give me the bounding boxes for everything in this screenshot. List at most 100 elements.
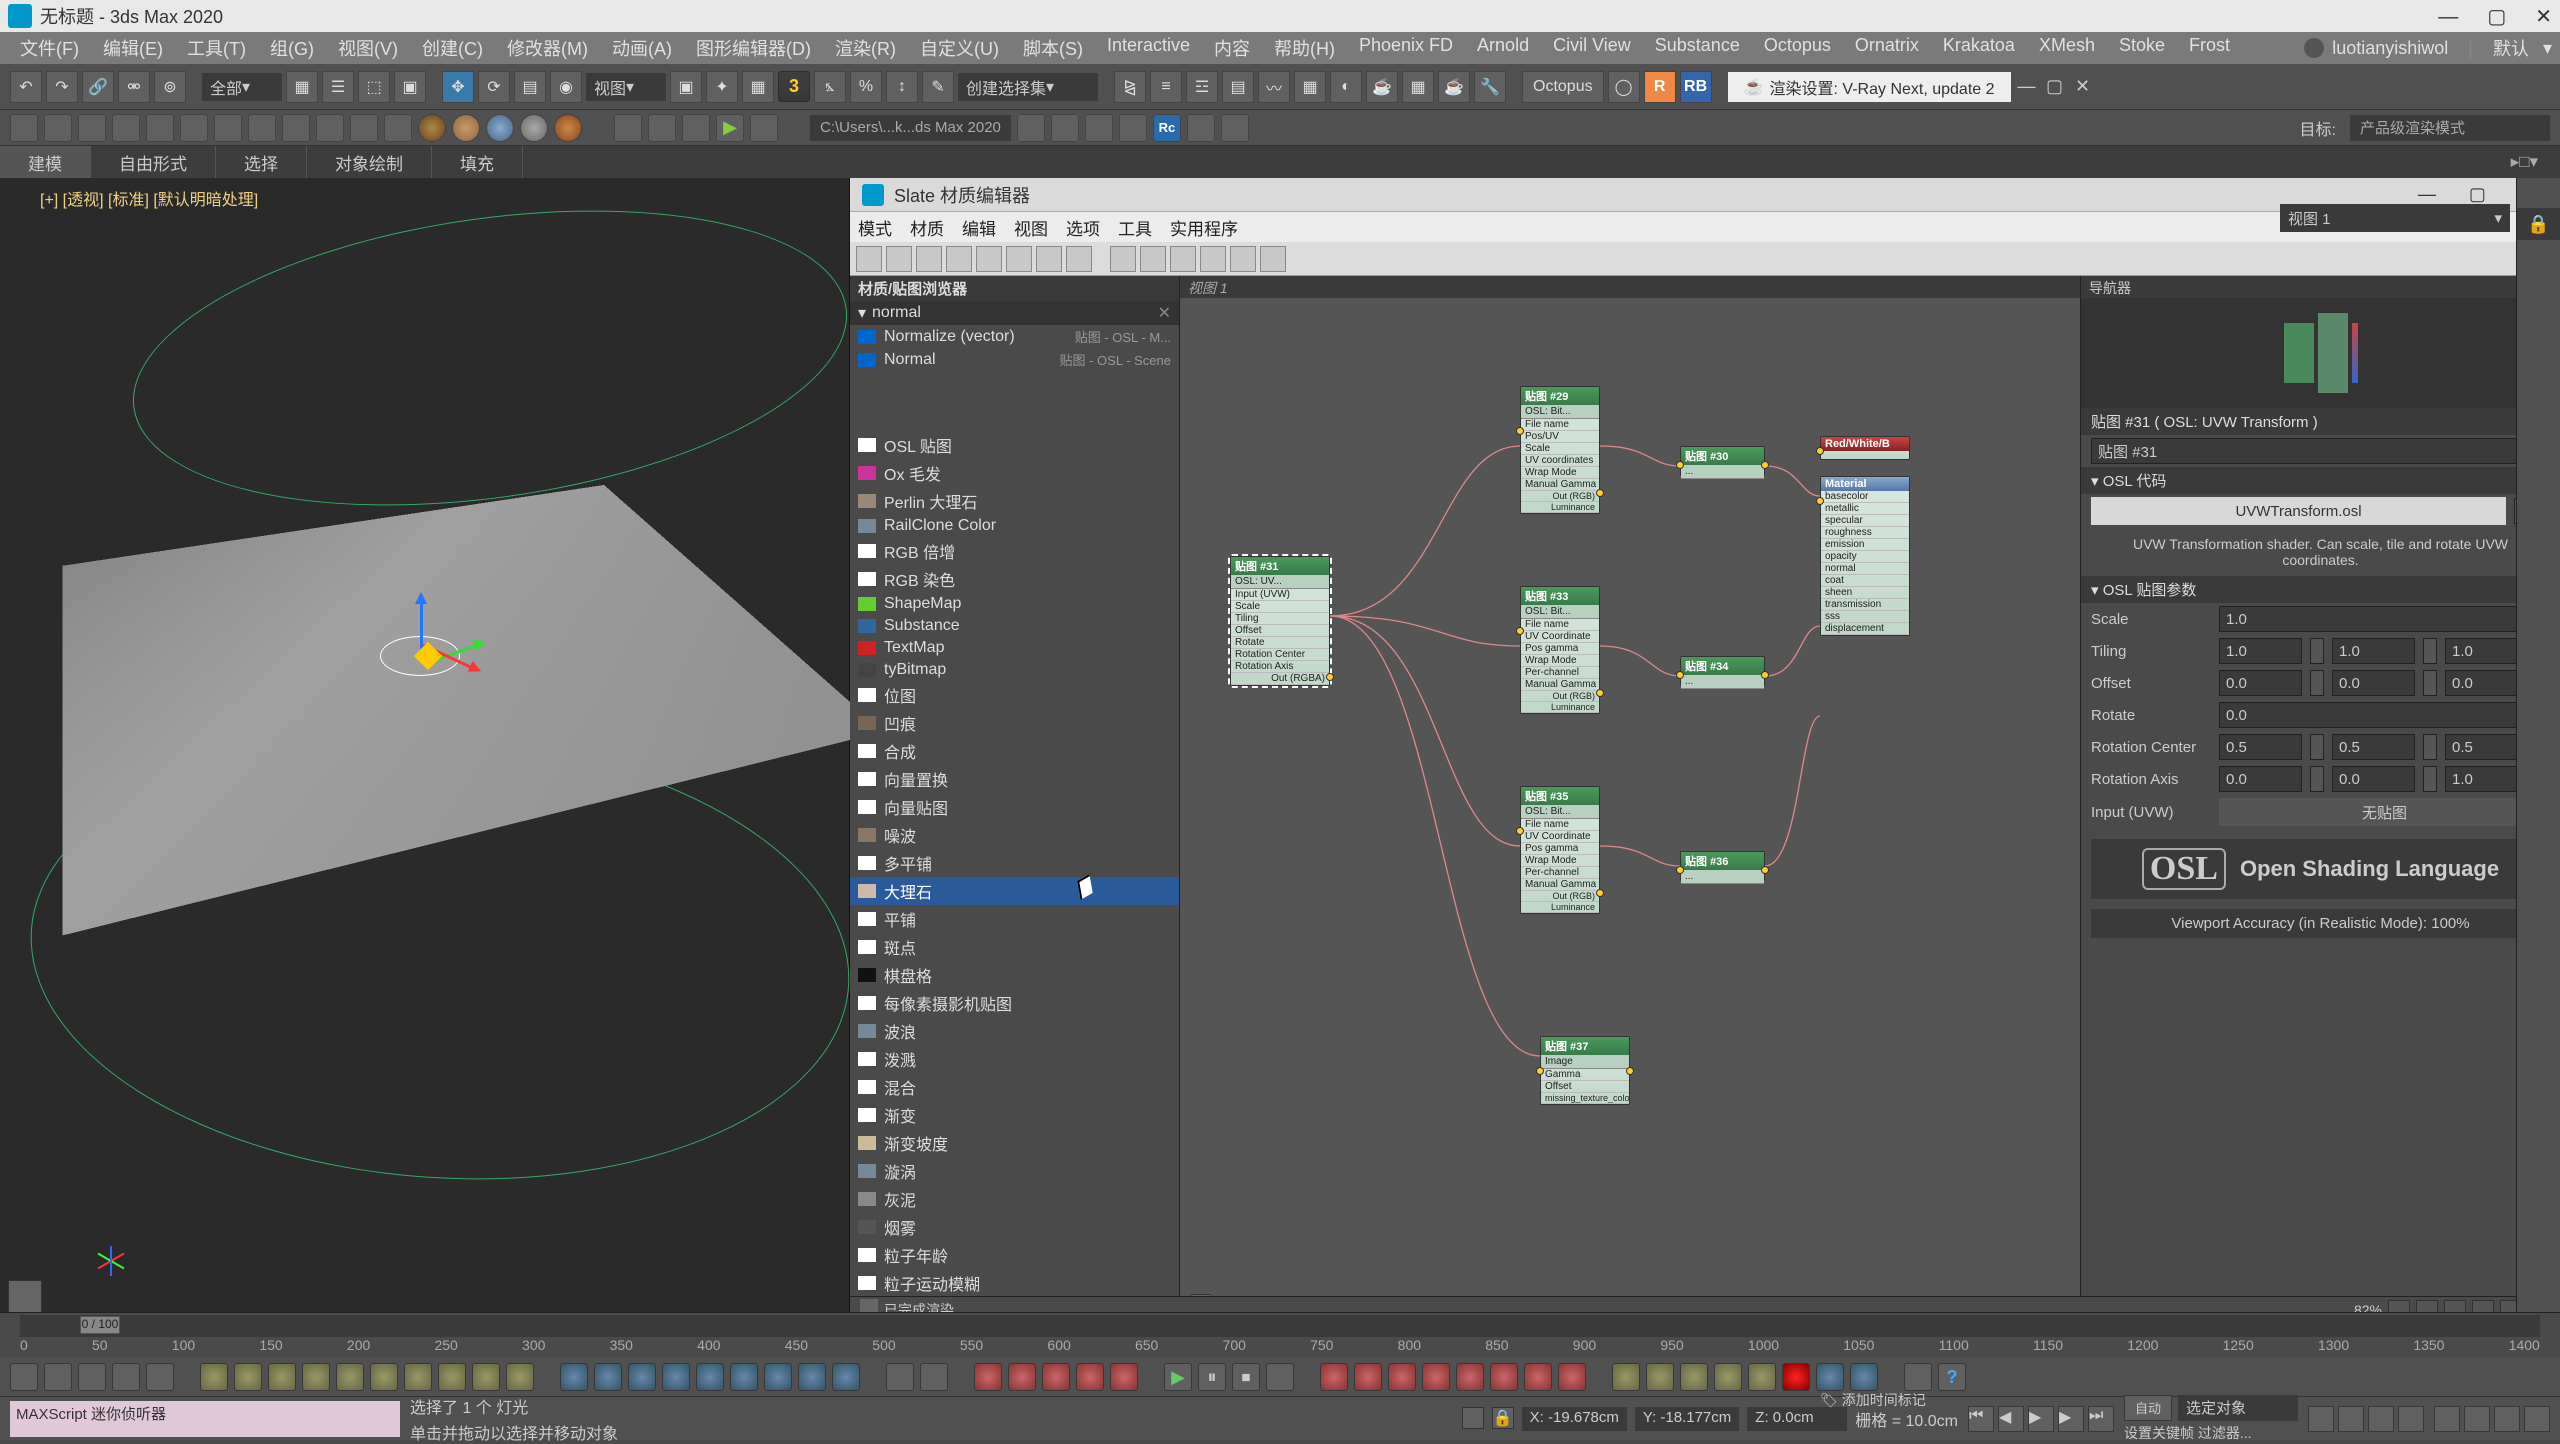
slate-tool-13[interactable] <box>1230 246 1256 272</box>
slate-menu-实用程序[interactable]: 实用程序 <box>1170 215 1238 240</box>
bb-mid-1[interactable] <box>886 1363 914 1391</box>
scale-button[interactable]: ▤ <box>514 71 546 103</box>
render-button[interactable]: ☕ <box>1438 71 1470 103</box>
bind-button[interactable]: ⊚ <box>154 71 186 103</box>
pivot-button[interactable]: ▣ <box>670 71 702 103</box>
toggle-ribbon-button[interactable]: ▤ <box>1222 71 1254 103</box>
node-bitmap-2[interactable]: 贴图 #33OSL: Bit... File nameUV Coordinate… <box>1520 586 1600 714</box>
bb-p-7[interactable] <box>1816 1363 1844 1391</box>
menu-视图(V)[interactable]: 视图(V) <box>326 35 410 61</box>
t2-6[interactable] <box>180 114 208 142</box>
mirror-button[interactable]: ⧎ <box>1114 71 1146 103</box>
browser-item[interactable]: 漩涡 <box>850 1157 1179 1185</box>
spinner[interactable] <box>2423 734 2437 760</box>
slate-menu-视图[interactable]: 视图 <box>1014 215 1048 240</box>
time-handle[interactable]: 0 / 100 <box>80 1316 120 1334</box>
t2-8[interactable] <box>248 114 276 142</box>
bb-mid-2[interactable] <box>920 1363 948 1391</box>
redo-button[interactable]: ↷ <box>46 71 78 103</box>
bb-f-6[interactable] <box>1490 1363 1518 1391</box>
slate-tool-5[interactable] <box>976 246 1002 272</box>
rc-button[interactable]: Rc <box>1153 114 1181 142</box>
node-image[interactable]: 贴图 #37Image GammaOffsetmissing_texture_c… <box>1540 1036 1630 1105</box>
slate-tool-10[interactable] <box>1140 246 1166 272</box>
t2-30[interactable] <box>1017 114 1045 142</box>
slate-tool-select[interactable] <box>856 246 882 272</box>
browser-item[interactable]: Perlin 大理石 <box>850 487 1179 515</box>
bb-light-8[interactable] <box>438 1363 466 1391</box>
ref-coord-dropdown[interactable]: 视图 ▾ <box>586 73 666 101</box>
browser-item[interactable]: 渐变 <box>850 1101 1179 1129</box>
bb-fx-3[interactable] <box>1042 1363 1070 1391</box>
menu-动画(A)[interactable]: 动画(A) <box>600 35 684 61</box>
browser-item[interactable]: 波浪 <box>850 1017 1179 1045</box>
goto-start[interactable]: ⏮ <box>1968 1406 1994 1432</box>
t2-7[interactable] <box>214 114 242 142</box>
minimize-button[interactable]: — <box>2438 6 2458 28</box>
key-target-dropdown[interactable]: 选定对象 <box>2178 1395 2298 1421</box>
param-value[interactable]: 0.0 <box>2219 766 2302 792</box>
t2-5[interactable] <box>146 114 174 142</box>
bb-5[interactable] <box>146 1363 174 1391</box>
menu-帮助(H)[interactable]: 帮助(H) <box>1262 35 1347 61</box>
bb-f-5[interactable] <box>1456 1363 1484 1391</box>
workspace-dropdown[interactable]: 默认 <box>2493 35 2529 61</box>
sphere-5[interactable] <box>554 114 582 142</box>
bb-f-7[interactable] <box>1524 1363 1552 1391</box>
menu-工具(T)[interactable]: 工具(T) <box>175 35 258 61</box>
vray-toolbar-icon[interactable]: 🔧 <box>1474 71 1506 103</box>
schematic-button[interactable]: ▦ <box>1294 71 1326 103</box>
browser-search[interactable]: ▾ normal✕ <box>850 301 1179 325</box>
next-frame[interactable]: ▶ <box>2058 1406 2084 1432</box>
t2-24[interactable] <box>750 114 778 142</box>
nav-maxview[interactable] <box>2494 1406 2520 1432</box>
bb-4[interactable] <box>112 1363 140 1391</box>
viewport-label[interactable]: [+] [透视] [标准] [默认明暗处理] <box>40 186 258 210</box>
selection-filter[interactable]: 全部 ▾ <box>202 73 282 101</box>
bb-3[interactable] <box>78 1363 106 1391</box>
select-window-button[interactable]: ▣ <box>394 71 426 103</box>
slate-tool-11[interactable] <box>1170 246 1196 272</box>
perspective-viewport[interactable]: [+] [透视] [标准] [默认明暗处理] <box>0 178 850 1322</box>
slate-tool-14[interactable] <box>1260 246 1286 272</box>
render-target-dropdown[interactable]: 产品级渲染模式 <box>2350 115 2550 141</box>
bb-light-5[interactable] <box>336 1363 364 1391</box>
bb-light-4[interactable] <box>302 1363 330 1391</box>
percent-snap-button[interactable]: % <box>850 71 882 103</box>
param-value[interactable]: 0.0 <box>2219 702 2528 728</box>
coord-y[interactable]: Y: -18.177cm <box>1635 1407 1739 1431</box>
browser-item[interactable]: 位图 <box>850 681 1179 709</box>
browser-item[interactable]: 烟雾 <box>850 1213 1179 1241</box>
keysnap-button[interactable]: ▦ <box>742 71 774 103</box>
slate-menu-工具[interactable]: 工具 <box>1118 215 1152 240</box>
graph-tab-header[interactable]: 视图 1 <box>1180 276 2080 298</box>
t2-3[interactable] <box>78 114 106 142</box>
isolate-button[interactable] <box>1462 1407 1484 1429</box>
user-icon[interactable] <box>2304 38 2324 58</box>
select-rect-button[interactable]: ⬚ <box>358 71 390 103</box>
sphere-4[interactable] <box>520 114 548 142</box>
browser-item[interactable]: TextMap <box>850 637 1179 659</box>
node-small-1[interactable]: 贴图 #30... <box>1680 446 1765 476</box>
menu-Arnold[interactable]: Arnold <box>1465 35 1541 61</box>
t2-9[interactable] <box>282 114 310 142</box>
bb-f-3[interactable] <box>1388 1363 1416 1391</box>
nav-fov[interactable] <box>2398 1406 2424 1432</box>
menu-脚本(S)[interactable]: 脚本(S) <box>1011 35 1095 61</box>
bb-light-7[interactable] <box>404 1363 432 1391</box>
param-value[interactable]: 0.0 <box>2332 670 2415 696</box>
slate-tool-12[interactable] <box>1200 246 1226 272</box>
preset-min-button[interactable]: — <box>2015 75 2039 99</box>
angle-snap-button[interactable]: ⦩ <box>814 71 846 103</box>
project-path[interactable]: C:\Users\...k...ds Max 2020 <box>810 115 1011 141</box>
snap-3d-button[interactable]: 3 <box>778 71 810 102</box>
spinner[interactable] <box>2423 638 2437 664</box>
bb-p-4[interactable] <box>1714 1363 1742 1391</box>
t2-20[interactable] <box>614 114 642 142</box>
nav-minmax[interactable] <box>2524 1406 2550 1432</box>
command-panel[interactable]: 🔒 <box>2516 178 2560 1322</box>
osl-filename[interactable]: UVWTransform.osl <box>2091 497 2506 525</box>
viewport-playback-icon[interactable] <box>8 1280 42 1314</box>
sphere-1[interactable] <box>418 114 446 142</box>
slate-tool-8[interactable] <box>1066 246 1092 272</box>
